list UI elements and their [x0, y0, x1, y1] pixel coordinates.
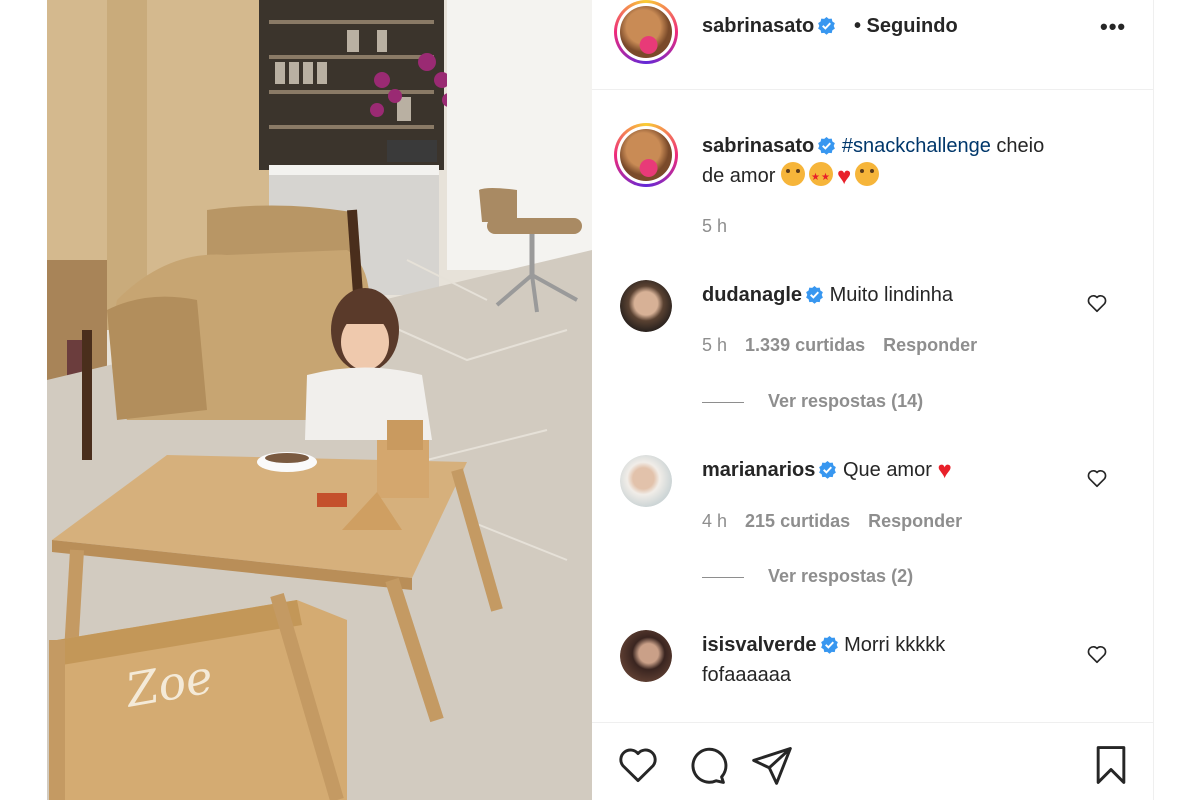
- post-header: sabrinasato • Seguindo •••: [592, 0, 1154, 90]
- comment-body-line2: fofaaaaaa: [702, 664, 791, 686]
- caption-timestamp[interactable]: 5 h: [702, 216, 727, 237]
- replies-divider: [702, 576, 744, 578]
- view-replies-button[interactable]: Ver respostas (2): [702, 566, 913, 587]
- reply-button[interactable]: Responder: [883, 335, 977, 355]
- verified-badge-icon: [820, 635, 838, 654]
- star-struck-emoji: [808, 162, 833, 193]
- face-blowing-kiss-emoji: [780, 162, 805, 186]
- view-replies-label[interactable]: Ver respostas (2): [768, 566, 913, 586]
- red-heart-emoji: ♥: [937, 457, 952, 484]
- follow-status[interactable]: • Seguindo: [854, 15, 958, 38]
- commenter-username[interactable]: isisvalverde: [702, 634, 817, 656]
- commenter-avatar[interactable]: [620, 455, 672, 507]
- comment-meta: 5 h 1.339 curtidas Responder: [702, 335, 995, 356]
- share-icon[interactable]: [750, 743, 794, 787]
- post-photo[interactable]: Zoe: [47, 0, 592, 800]
- commenter-avatar[interactable]: [620, 280, 672, 332]
- caption-author-username[interactable]: sabrinasato: [702, 135, 814, 157]
- verified-badge-icon: [819, 460, 837, 479]
- comment-body: Que amor: [842, 459, 932, 481]
- post-detail-panel: sabrinasato • Seguindo ••• sabrinasato #…: [592, 0, 1154, 800]
- heart-icon[interactable]: [1086, 467, 1108, 489]
- bookmark-icon[interactable]: [1089, 743, 1133, 787]
- comment-body: Muito lindinha: [829, 284, 953, 306]
- verified-badge-icon: [806, 285, 823, 304]
- post-action-bar: [592, 722, 1154, 800]
- post-photo-illustration: Zoe: [47, 0, 592, 800]
- caption-text-line1: cheio: [990, 135, 1045, 157]
- comment-text: marianarios Que amor ♥: [702, 455, 1082, 485]
- caption-text-line2: de amor: [702, 165, 776, 187]
- comment-likes[interactable]: 215 curtidas: [745, 511, 850, 531]
- comment-text: isisvalverde Morri kkkkk fofaaaaaa: [702, 630, 1082, 690]
- author-username-text[interactable]: sabrinasato: [702, 15, 814, 37]
- comment-icon[interactable]: [684, 743, 728, 787]
- comment-body-line1: Morri kkkkk: [844, 634, 946, 656]
- more-options-icon[interactable]: •••: [1100, 14, 1126, 40]
- heart-icon[interactable]: [1086, 643, 1108, 665]
- commenter-avatar[interactable]: [620, 630, 672, 682]
- comment-meta: 4 h 215 curtidas Responder: [702, 511, 980, 532]
- view-replies-button[interactable]: Ver respostas (14): [702, 391, 923, 412]
- view-replies-label[interactable]: Ver respostas (14): [768, 391, 923, 411]
- author-username[interactable]: sabrinasato: [702, 15, 836, 38]
- heart-icon[interactable]: [616, 743, 660, 787]
- verified-badge-icon: [818, 16, 836, 35]
- verified-badge-icon: [818, 136, 836, 155]
- heart-icon[interactable]: [1086, 292, 1108, 314]
- reply-button[interactable]: Responder: [868, 511, 962, 531]
- caption-author-avatar[interactable]: [614, 123, 678, 187]
- comment-likes[interactable]: 1.339 curtidas: [745, 335, 865, 355]
- grinning-face-emoji: [855, 162, 880, 186]
- red-heart-emoji: ♥: [836, 163, 852, 190]
- commenter-username[interactable]: dudanagle: [702, 284, 802, 306]
- comment-timestamp[interactable]: 4 h: [702, 511, 727, 531]
- caption-text: sabrinasato #snackchallenge cheio de amo…: [702, 131, 1122, 193]
- comment-timestamp[interactable]: 5 h: [702, 335, 727, 355]
- commenter-username[interactable]: marianarios: [702, 459, 815, 481]
- hashtag-link[interactable]: #snackchallenge: [842, 135, 991, 157]
- replies-divider: [702, 401, 744, 403]
- author-avatar[interactable]: [614, 0, 678, 64]
- comment-text: dudanagle Muito lindinha: [702, 280, 1082, 310]
